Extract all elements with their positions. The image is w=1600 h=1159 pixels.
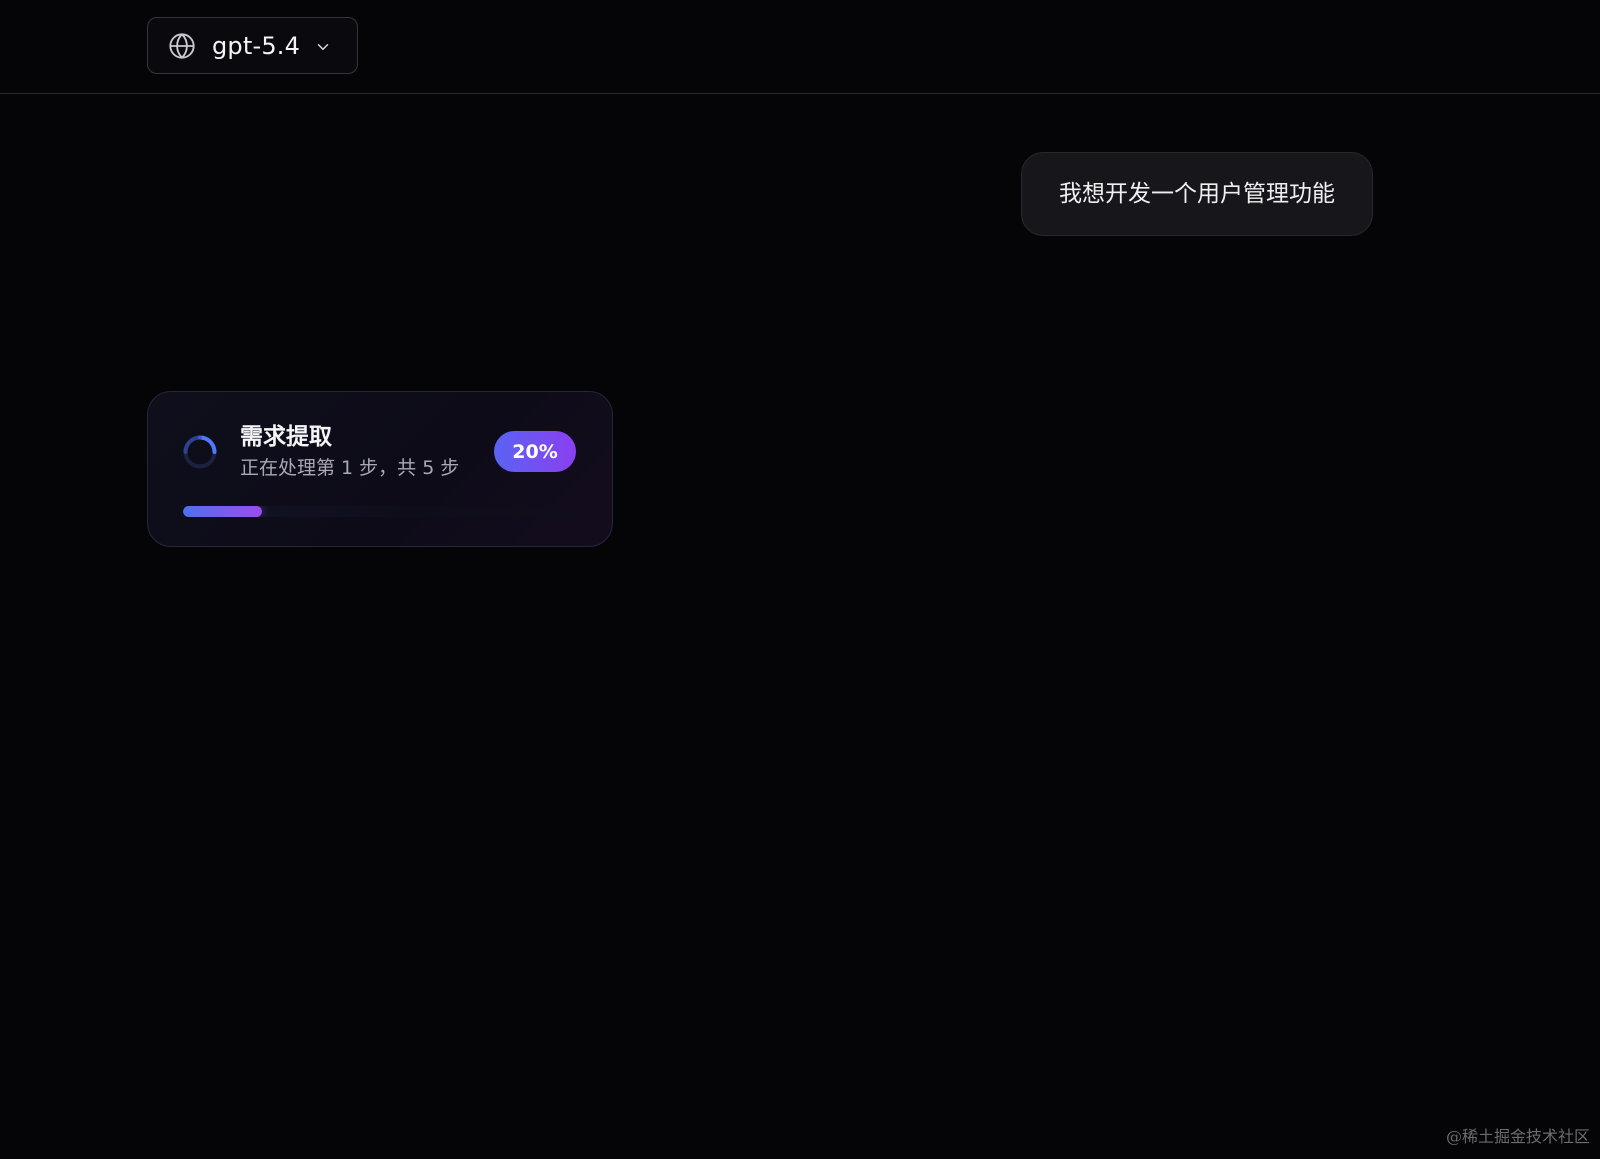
top-bar: gpt-5.4	[0, 0, 1600, 94]
chat-area: 我想开发一个用户管理功能 需求提取 正在处理第 1 步，共 5 步 20%	[0, 94, 1600, 1159]
step-subtitle: 正在处理第 1 步，共 5 步	[240, 457, 460, 479]
chevron-down-icon	[317, 44, 329, 50]
user-message-bubble: 我想开发一个用户管理功能	[1021, 152, 1373, 236]
task-progress-card: 需求提取 正在处理第 1 步，共 5 步 20%	[147, 391, 613, 547]
model-selector-button[interactable]: gpt-5.4	[147, 17, 358, 74]
watermark: @稀土掘金技术社区	[1445, 1127, 1590, 1146]
progress-percent-badge: 20%	[494, 431, 576, 472]
progress-track	[183, 506, 577, 517]
spinner-icon	[183, 435, 217, 469]
user-message-text: 我想开发一个用户管理功能	[1059, 181, 1335, 207]
globe-icon	[169, 33, 195, 59]
model-name-label: gpt-5.4	[212, 32, 301, 60]
step-title: 需求提取	[240, 424, 332, 450]
app-page: gpt-5.4 我想开发一个用户管理功能 需求提取 正在处理第 1 步，共 5 …	[0, 0, 1600, 1159]
progress-fill	[183, 506, 262, 517]
